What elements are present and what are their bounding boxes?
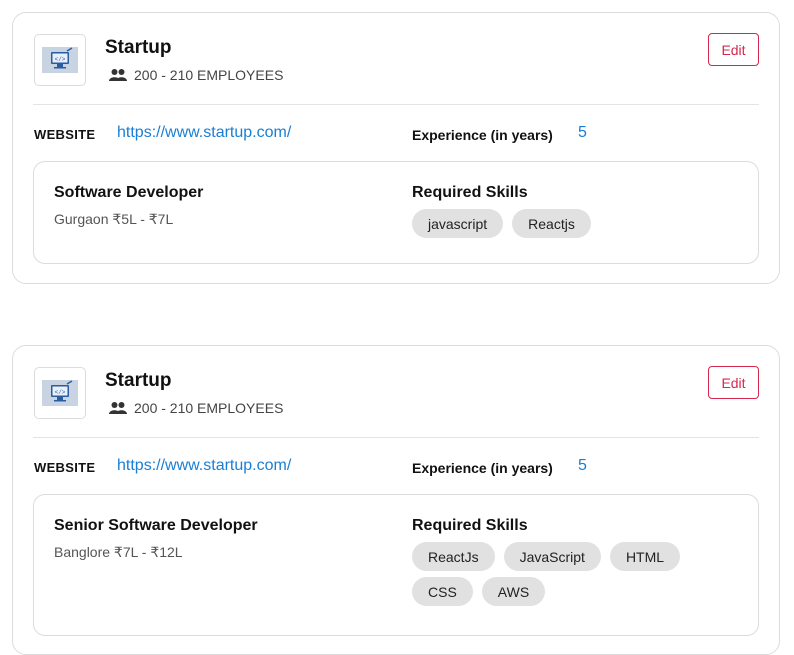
skill-chip: CSS	[412, 577, 473, 606]
company-name: Startup	[105, 37, 172, 58]
edit-button[interactable]: Edit	[708, 366, 759, 399]
job-card: </> Startup 200 - 210 EMPLOYEES Edit WEB…	[12, 12, 780, 284]
company-logo: </>	[34, 34, 86, 86]
website-label: WEBSITE	[34, 460, 96, 475]
job-location-salary: Banglore ₹7L - ₹12L	[54, 544, 183, 560]
job-card: </> Startup 200 - 210 EMPLOYEES Edit WEB…	[12, 345, 780, 655]
website-label: WEBSITE	[34, 127, 96, 142]
skill-chip: JavaScript	[503, 542, 601, 571]
experience-value: 5	[578, 124, 587, 141]
experience-label: Experience (in years)	[412, 460, 553, 476]
people-icon	[109, 402, 127, 414]
employee-count-text: 200 - 210 EMPLOYEES	[134, 400, 284, 416]
skills-list: javascript Reactjs	[412, 209, 742, 238]
edit-button[interactable]: Edit	[708, 33, 759, 66]
employee-count: 200 - 210 EMPLOYEES	[109, 67, 283, 83]
experience-label: Experience (in years)	[412, 127, 553, 143]
people-icon	[109, 69, 127, 81]
divider	[33, 104, 759, 105]
skill-chip: javascript	[412, 209, 504, 238]
computer-code-icon: </>	[42, 380, 78, 406]
skill-chip: ReactJs	[412, 542, 495, 571]
skill-chip: AWS	[481, 577, 546, 606]
employee-count-text: 200 - 210 EMPLOYEES	[134, 67, 284, 83]
job-details: Senior Software Developer Banglore ₹7L -…	[33, 494, 759, 636]
company-name: Startup	[105, 370, 172, 391]
experience-value: 5	[578, 457, 587, 474]
required-skills-title: Required Skills	[412, 184, 528, 201]
computer-code-icon: </>	[42, 47, 78, 73]
job-details: Software Developer Gurgaon ₹5L - ₹7L Req…	[33, 161, 759, 264]
job-location-salary: Gurgaon ₹5L - ₹7L	[54, 211, 174, 227]
required-skills-title: Required Skills	[412, 517, 528, 534]
skills-list: ReactJs JavaScript HTML CSS AWS	[412, 542, 742, 606]
job-title: Software Developer	[54, 184, 204, 201]
website-link[interactable]: https://www.startup.com/	[117, 124, 291, 142]
skill-chip: HTML	[609, 542, 681, 571]
svg-text:</>: </>	[55, 56, 66, 63]
company-logo: </>	[34, 367, 86, 419]
job-title: Senior Software Developer	[54, 517, 258, 534]
website-link[interactable]: https://www.startup.com/	[117, 457, 291, 475]
employee-count: 200 - 210 EMPLOYEES	[109, 400, 283, 416]
divider	[33, 437, 759, 438]
skill-chip: Reactjs	[512, 209, 591, 238]
svg-text:</>: </>	[55, 389, 66, 396]
